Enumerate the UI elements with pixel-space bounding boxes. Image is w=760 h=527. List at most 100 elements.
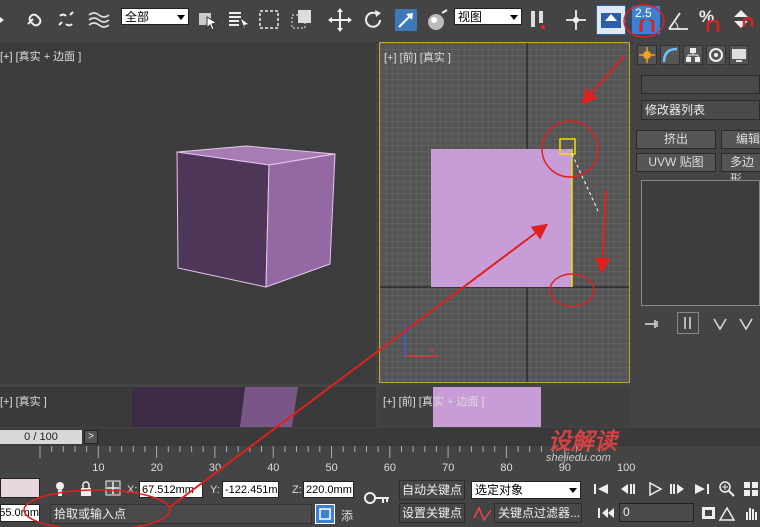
x-coordinate-input[interactable]: 67.512mm bbox=[139, 481, 203, 498]
bottom-left-viewport-label[interactable]: [+] [真实 ] bbox=[0, 393, 47, 409]
key-filters-button[interactable]: 关键点过滤器... bbox=[494, 503, 582, 523]
display-tab-icon[interactable] bbox=[729, 45, 749, 65]
ruler-tick-label: 30 bbox=[208, 462, 222, 474]
remove-modifier-icon[interactable] bbox=[737, 315, 757, 336]
front-viewport-label[interactable]: [+] [前] [真实 ] bbox=[384, 49, 451, 65]
main-toolbar: 全部 视图 2.5 % bbox=[0, 0, 760, 43]
next-frame-icon[interactable] bbox=[668, 481, 686, 500]
unlink-icon[interactable] bbox=[53, 7, 79, 33]
bottom-left-object bbox=[132, 387, 298, 427]
previous-frame-icon[interactable] bbox=[619, 481, 637, 500]
y-coordinate-input[interactable]: -122.451m bbox=[222, 481, 279, 498]
rectangular-selection-icon[interactable] bbox=[257, 7, 283, 33]
add-time-tag-label[interactable]: 添 bbox=[341, 507, 353, 524]
window-crossing-icon[interactable] bbox=[289, 7, 315, 33]
key-mode-icon[interactable] bbox=[363, 490, 391, 509]
link-icon[interactable] bbox=[22, 7, 48, 33]
move-icon[interactable] bbox=[327, 7, 353, 33]
extrude-button[interactable]: 挤出 bbox=[636, 130, 716, 149]
make-unique-icon[interactable] bbox=[711, 315, 731, 336]
svg-text:x: x bbox=[430, 345, 435, 355]
go-to-start-icon[interactable] bbox=[592, 481, 610, 500]
selection-lock-icon[interactable] bbox=[79, 480, 93, 501]
absolute-mode-transform-icon[interactable] bbox=[104, 479, 122, 500]
script-output-field[interactable]: 55.0mm bbox=[0, 504, 40, 522]
bottom-left-viewport[interactable]: [+] [真实 ] bbox=[0, 387, 376, 427]
select-and-manipulate-icon[interactable] bbox=[563, 7, 589, 33]
angle-snap-icon[interactable] bbox=[666, 7, 692, 33]
current-frame-value: 0 bbox=[623, 505, 630, 519]
prompt-text: 拾取或输入点 bbox=[54, 507, 127, 521]
rotate-icon[interactable] bbox=[360, 7, 386, 33]
pan-view-icon[interactable] bbox=[742, 504, 760, 525]
time-configuration-icon[interactable] bbox=[700, 505, 718, 524]
go-to-end-icon[interactable] bbox=[693, 481, 711, 500]
watermark-logo: 设解读 bbox=[548, 428, 617, 454]
ref-coord-value: 视图 bbox=[458, 10, 483, 24]
key-mode-toggle-icon[interactable] bbox=[597, 505, 615, 524]
edit-button[interactable]: 编辑 bbox=[721, 130, 760, 149]
spinner-snap-icon[interactable] bbox=[729, 7, 755, 33]
prompt-line: 拾取或输入点 bbox=[50, 504, 312, 524]
reference-coordinate-dropdown[interactable]: 视图 bbox=[454, 8, 522, 25]
status-bar: 55.0mm X: 67.512mm Y: -122.451m Z: 220.0… bbox=[0, 476, 760, 527]
snaps-toggle-button[interactable]: 2.5 bbox=[631, 5, 661, 35]
next-frame-arrow-icon[interactable]: > bbox=[84, 430, 98, 444]
modify-tab-icon[interactable] bbox=[660, 45, 680, 65]
z-coord-label: Z: bbox=[292, 484, 302, 496]
selection-lock-toggle[interactable] bbox=[315, 504, 335, 524]
time-slider-thumb[interactable]: 0 / 100 bbox=[0, 430, 82, 444]
x-coord-label: X: bbox=[127, 484, 138, 496]
use-pivot-center-icon[interactable] bbox=[527, 7, 553, 33]
front-viewport[interactable]: z x [+] [前] [真实 ] bbox=[379, 42, 630, 383]
key-set-dropdown[interactable]: 选定对象 bbox=[471, 481, 581, 499]
isolate-selection-icon[interactable] bbox=[53, 480, 67, 501]
bind-space-warp-icon[interactable] bbox=[86, 7, 112, 33]
zoom-icon[interactable] bbox=[718, 480, 736, 501]
modifier-stack-list[interactable] bbox=[641, 180, 760, 306]
hierarchy-tab-icon[interactable] bbox=[683, 45, 703, 65]
frame-indicator: 0 / 100 bbox=[24, 431, 58, 443]
zoom-extents-all-icon[interactable] bbox=[742, 480, 760, 501]
front-viewport-grid: z x bbox=[380, 43, 629, 382]
motion-tab-icon[interactable] bbox=[706, 45, 726, 65]
selection-filter-dropdown[interactable]: 全部 bbox=[121, 8, 189, 25]
bottom-right-viewport-label[interactable]: [+] [前] [真实 + 边面 ] bbox=[383, 393, 484, 409]
create-tab-icon[interactable] bbox=[637, 45, 657, 65]
ruler-tick-label: 80 bbox=[500, 462, 513, 474]
z-coordinate-input[interactable]: 220.0mm bbox=[303, 481, 354, 498]
scale-icon[interactable] bbox=[393, 7, 419, 33]
select-object-icon[interactable] bbox=[195, 7, 221, 33]
modifier-list-dropdown[interactable]: 修改器列表 bbox=[641, 100, 760, 120]
play-icon[interactable] bbox=[646, 481, 664, 500]
maxscript-listener-box[interactable] bbox=[0, 478, 40, 498]
bottom-right-viewport[interactable]: [+] [前] [真实 + 边面 ] bbox=[379, 387, 630, 427]
select-by-name-icon[interactable] bbox=[226, 7, 252, 33]
percent-snap-button[interactable]: % bbox=[697, 7, 723, 33]
ruler-ticks bbox=[39, 446, 600, 458]
show-end-result-icon[interactable] bbox=[677, 312, 699, 334]
ruler-tick-label: 40 bbox=[267, 462, 280, 474]
perspective-cube bbox=[176, 145, 336, 288]
ruler-tick-label: 20 bbox=[150, 462, 163, 474]
key-set-value: 选定对象 bbox=[475, 483, 524, 497]
auto-key-button[interactable]: 自动关键点 bbox=[399, 480, 465, 500]
perspective-viewport[interactable]: [+] [真实 + 边面 ] bbox=[0, 42, 376, 384]
field-of-view-icon[interactable] bbox=[718, 504, 736, 525]
track-bar-ruler[interactable]: 10 20 30 40 50 60 70 80 90 100 bbox=[0, 446, 760, 476]
current-frame-spinner[interactable]: 0 bbox=[619, 503, 694, 522]
object-name-field[interactable] bbox=[641, 75, 760, 94]
pin-stack-icon[interactable] bbox=[643, 315, 663, 336]
placement-icon[interactable] bbox=[424, 7, 450, 33]
uvw-map-button[interactable]: UVW 贴图 bbox=[636, 153, 716, 172]
edit-poly-button[interactable]: 多边形 bbox=[721, 153, 760, 186]
viewport-navigation-controls bbox=[718, 478, 760, 526]
modifier-list-label: 修改器列表 bbox=[645, 103, 706, 117]
play-triangle-icon[interactable] bbox=[0, 7, 20, 33]
selection-filter-value: 全部 bbox=[125, 10, 150, 24]
set-key-button[interactable]: 设置关键点 bbox=[399, 503, 465, 523]
modifier-stack-controls bbox=[641, 312, 760, 336]
keyboard-shortcut-override-icon[interactable] bbox=[596, 5, 626, 35]
key-filter-curve-icon bbox=[473, 506, 493, 525]
command-panel: 修改器列表 挤出 编辑 UVW 贴图 多边形 bbox=[633, 42, 760, 427]
